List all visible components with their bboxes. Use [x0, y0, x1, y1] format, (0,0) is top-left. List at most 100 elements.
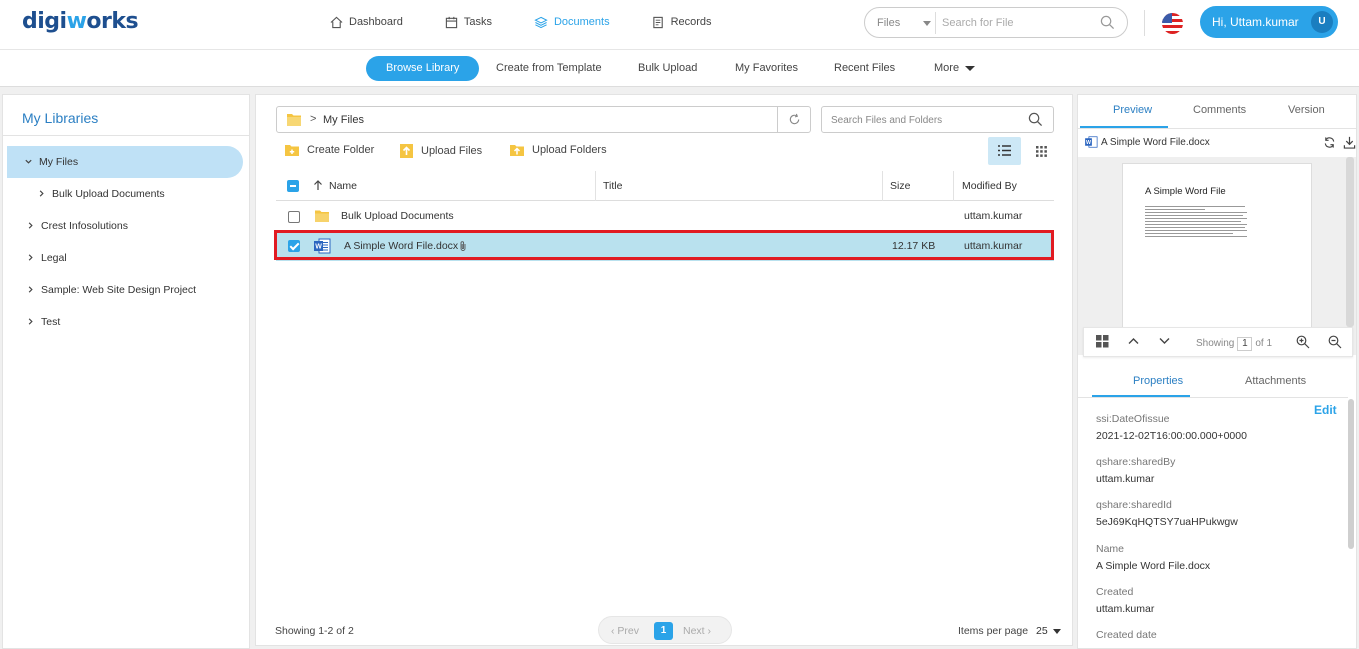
details-panel: Preview Comments Version W A Simple Word… [1077, 94, 1357, 649]
upload-folders-label: Upload Folders [532, 144, 607, 156]
digiworks-logo[interactable]: digiworks [22, 9, 139, 34]
user-greeting: Hi, Uttam.kumar [1212, 15, 1299, 29]
property-key: Created [1096, 586, 1134, 598]
edit-properties-button[interactable]: Edit [1314, 403, 1337, 417]
zoom-in-icon[interactable] [1296, 335, 1310, 349]
items-per-page-select[interactable]: 25 [1036, 625, 1048, 637]
preview-controls: Showing 1 of 1 [1083, 327, 1353, 357]
breadcrumb-item[interactable]: My Files [323, 114, 364, 126]
search-icon[interactable] [1100, 15, 1115, 30]
showing-count: Showing 1-2 of 2 [275, 625, 354, 637]
library-my-files[interactable]: My Files [7, 146, 243, 178]
tab-more[interactable]: More [934, 56, 976, 81]
upload-folders-button[interactable]: Upload Folders [509, 143, 607, 157]
sync-icon[interactable] [1323, 136, 1336, 149]
items-per-page: Items per page 25 [958, 625, 1061, 637]
preview-scrollbar[interactable] [1346, 157, 1354, 327]
chevron-right-icon[interactable] [25, 221, 35, 232]
column-modified-by[interactable]: Modified By [962, 171, 1017, 201]
items-per-page-label: Items per page [958, 625, 1029, 637]
header-divider [1144, 10, 1145, 36]
tab-bulk-upload[interactable]: Bulk Upload [638, 56, 697, 81]
chevron-right-icon[interactable] [25, 253, 35, 264]
us-flag-icon[interactable] [1162, 13, 1183, 34]
document-preview[interactable]: A Simple Word File [1078, 157, 1356, 355]
tab-preview[interactable]: Preview [1113, 104, 1152, 116]
chevron-down-icon[interactable] [923, 21, 931, 26]
tab-version[interactable]: Version [1288, 104, 1325, 116]
tab-more-label: More [934, 62, 960, 74]
nav-tasks[interactable]: Tasks [445, 16, 492, 29]
next-page-button[interactable]: Next › [683, 625, 711, 637]
user-menu-button[interactable]: Hi, Uttam.kumar U [1200, 6, 1338, 38]
tab-comments[interactable]: Comments [1193, 104, 1246, 116]
nav-records[interactable]: Records [652, 16, 712, 29]
sort-up-icon[interactable] [313, 180, 323, 191]
caret-down-icon[interactable] [1052, 628, 1061, 634]
page-indicator: Showing 1 of 1 [1196, 337, 1272, 351]
tab-my-favorites[interactable]: My Favorites [735, 56, 798, 81]
property-item: qshare:sharedId 5eJ69KqHQTSY7uaHPukwgw [1096, 499, 1238, 528]
tab-create-from-template[interactable]: Create from Template [496, 56, 602, 81]
create-folder-button[interactable]: Create Folder [284, 143, 374, 157]
chevron-down-icon[interactable] [1159, 337, 1170, 345]
chevron-right-icon[interactable] [25, 317, 35, 328]
tab-recent-files[interactable]: Recent Files [834, 56, 895, 81]
chevron-right-icon[interactable] [25, 285, 35, 296]
property-item: ssi:DateOfissue 2021-12-02T16:00:00.000+… [1096, 413, 1247, 442]
svg-text:W: W [1086, 140, 1091, 146]
chevron-down-icon[interactable] [23, 157, 33, 168]
column-size[interactable]: Size [890, 171, 910, 201]
library-crest-infosolutions[interactable]: Crest Infosolutions [7, 210, 243, 242]
library-bulk-upload-documents[interactable]: Bulk Upload Documents [7, 178, 243, 210]
row-modified-by: uttam.kumar [964, 210, 1023, 222]
download-icon[interactable] [1343, 136, 1356, 149]
search-icon[interactable] [1028, 112, 1043, 127]
column-divider [595, 171, 596, 201]
select-all-checkbox[interactable] [287, 180, 299, 192]
zoom-out-icon[interactable] [1328, 335, 1342, 349]
tab-attachments[interactable]: Attachments [1245, 375, 1306, 387]
property-value: 2021-12-02T16:00:00.000+0000 [1096, 430, 1247, 442]
breadcrumb: > My Files [276, 106, 811, 133]
libraries-title: My Libraries [22, 110, 99, 126]
library-sample-web-site-design-project[interactable]: Sample: Web Site Design Project [7, 274, 243, 306]
library-legal[interactable]: Legal [7, 242, 243, 274]
home-icon [330, 16, 343, 28]
tab-properties[interactable]: Properties [1133, 375, 1183, 387]
page-number[interactable]: 1 [654, 622, 673, 640]
global-search: Files [864, 7, 1128, 38]
page-input[interactable]: 1 [1237, 337, 1253, 351]
divider [1078, 128, 1356, 129]
table-row[interactable]: Bulk Upload Documents uttam.kumar [276, 202, 1054, 231]
preview-heading: A Simple Word File [1145, 186, 1226, 197]
selection-highlight-box [274, 230, 1054, 260]
prev-page-button[interactable]: ‹ Prev [611, 625, 639, 637]
upload-files-button[interactable]: Upload Files [399, 143, 482, 159]
column-title[interactable]: Title [603, 171, 622, 201]
row-checkbox[interactable] [288, 211, 300, 223]
nav-dashboard[interactable]: Dashboard [330, 16, 403, 29]
tab-browse-library[interactable]: Browse Library [366, 56, 480, 81]
column-name[interactable]: Name [329, 171, 357, 201]
nav-documents[interactable]: Documents [534, 16, 610, 29]
global-search-input[interactable] [942, 13, 1092, 33]
files-search-input[interactable] [831, 112, 1021, 128]
row-name[interactable]: Bulk Upload Documents [341, 210, 454, 222]
page-total: of 1 [1255, 338, 1273, 349]
thumbnails-icon[interactable] [1096, 335, 1109, 348]
preview-file-name: A Simple Word File.docx [1101, 137, 1210, 148]
properties-scrollbar[interactable] [1348, 399, 1354, 549]
libraries-panel: My Libraries My Files Bulk Upload Docume… [2, 94, 250, 649]
divider [3, 135, 249, 136]
property-item: Created uttam.kumar [1096, 586, 1154, 615]
next-label: Next [683, 625, 705, 637]
list-view-button[interactable] [988, 137, 1021, 165]
refresh-icon[interactable] [788, 113, 801, 126]
search-scope-select[interactable]: Files [877, 17, 900, 29]
library-test[interactable]: Test [7, 306, 243, 338]
property-key: ssi:DateOfissue [1096, 413, 1170, 425]
grid-view-button[interactable] [1028, 137, 1056, 165]
chevron-right-icon[interactable] [36, 189, 46, 200]
chevron-up-icon[interactable] [1128, 337, 1139, 345]
